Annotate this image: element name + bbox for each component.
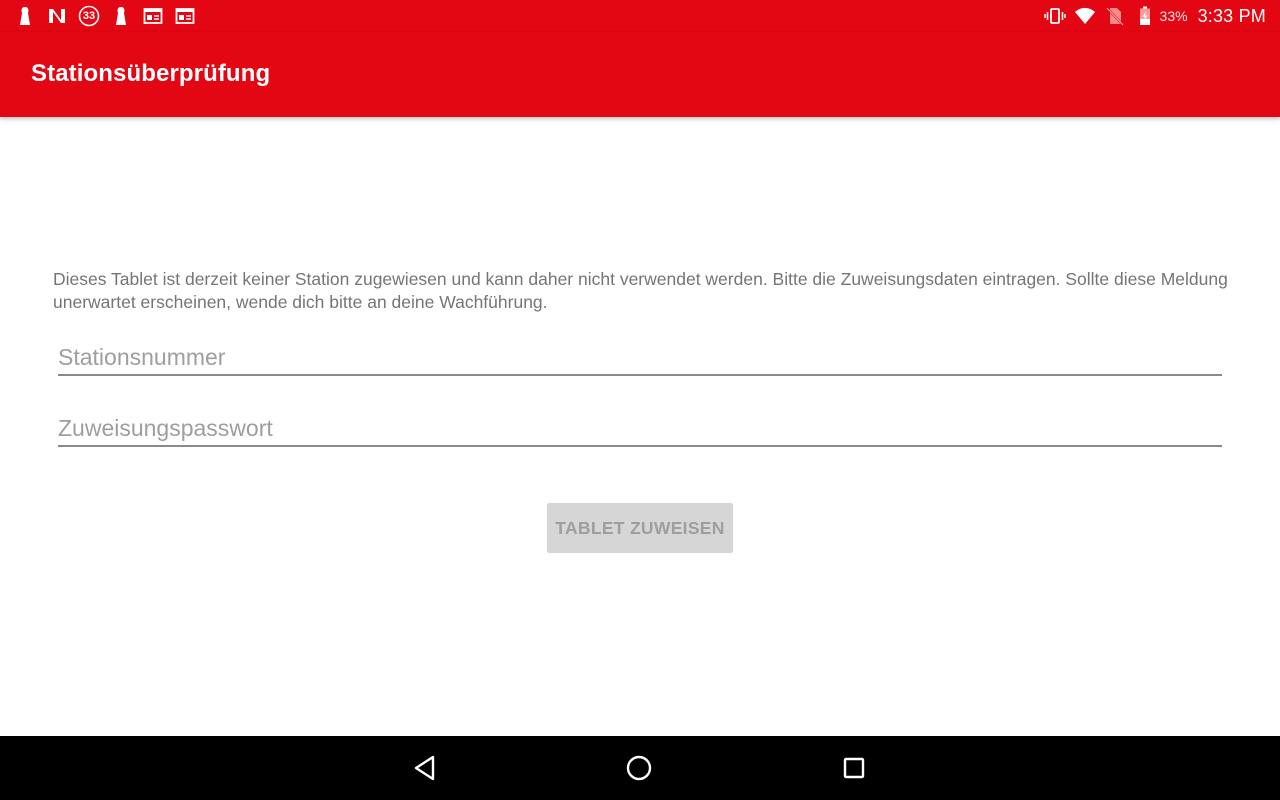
calendar-icon bbox=[174, 5, 196, 27]
battery-percent: 33% bbox=[1159, 8, 1188, 24]
no-sim-icon bbox=[1104, 5, 1126, 27]
recent-apps-button[interactable] bbox=[838, 752, 870, 784]
station-number-input[interactable] bbox=[58, 336, 1222, 374]
system-status-area: 33% 3:33 PM bbox=[1043, 5, 1280, 27]
person-icon bbox=[14, 5, 36, 27]
assignment-password-field bbox=[58, 407, 1222, 447]
home-icon bbox=[626, 755, 652, 781]
battery-charging-icon bbox=[1134, 5, 1156, 27]
status-bar: 33 33% 3:33 PM bbox=[0, 0, 1280, 32]
wifi-icon bbox=[1074, 5, 1096, 27]
notification-area: 33 bbox=[0, 5, 206, 27]
netflix-icon bbox=[46, 5, 68, 27]
station-number-field bbox=[58, 336, 1222, 376]
assign-tablet-button[interactable]: TABLET ZUWEISEN bbox=[547, 503, 733, 553]
back-icon bbox=[414, 755, 435, 781]
main-content: Dieses Tablet ist derzeit keiner Station… bbox=[0, 117, 1280, 736]
recent-apps-icon bbox=[843, 757, 865, 779]
vibrate-icon bbox=[1043, 5, 1066, 27]
info-message: Dieses Tablet ist derzeit keiner Station… bbox=[53, 269, 1228, 312]
person-icon bbox=[110, 5, 132, 27]
home-button[interactable] bbox=[623, 752, 655, 784]
page-title: Stationsüberprüfung bbox=[31, 59, 271, 87]
assignment-password-input[interactable] bbox=[58, 407, 1222, 445]
back-button[interactable] bbox=[409, 752, 441, 784]
clock: 3:33 PM bbox=[1197, 5, 1266, 26]
calendar-icon bbox=[142, 5, 164, 27]
badge-number: 33 bbox=[82, 10, 96, 22]
navigation-bar bbox=[0, 736, 1280, 800]
badge-33-icon: 33 bbox=[78, 5, 100, 27]
app-bar: Stationsüberprüfung bbox=[0, 32, 1280, 117]
